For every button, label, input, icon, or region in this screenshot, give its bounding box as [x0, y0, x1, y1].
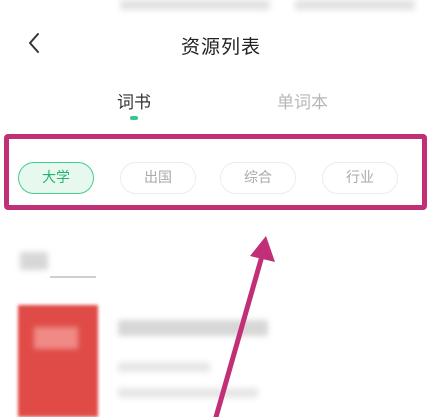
- status-bar-right-blur: [295, 0, 415, 10]
- filter-chip-comprehensive[interactable]: 综合: [220, 162, 296, 194]
- filter-chip-industry[interactable]: 行业: [322, 162, 398, 194]
- section-heading-blur: [20, 252, 48, 270]
- book-title-blur: [118, 320, 268, 336]
- book-meta-blur-2: [118, 388, 258, 398]
- filter-chip-study-abroad[interactable]: 出国: [120, 162, 196, 194]
- tab-vocabulary-notebook[interactable]: 单词本: [277, 88, 328, 113]
- tab-word-books[interactable]: 词书: [117, 88, 151, 113]
- page-title: 资源列表: [180, 36, 261, 58]
- active-tab-indicator: [130, 116, 138, 120]
- book-cover[interactable]: [18, 305, 98, 417]
- status-bar-left-blur: [120, 0, 270, 10]
- filter-chip-university[interactable]: 大学: [18, 162, 94, 194]
- book-meta-blur: [118, 362, 210, 372]
- section-heading-underline: [50, 276, 96, 278]
- book-cover-label: [34, 327, 78, 349]
